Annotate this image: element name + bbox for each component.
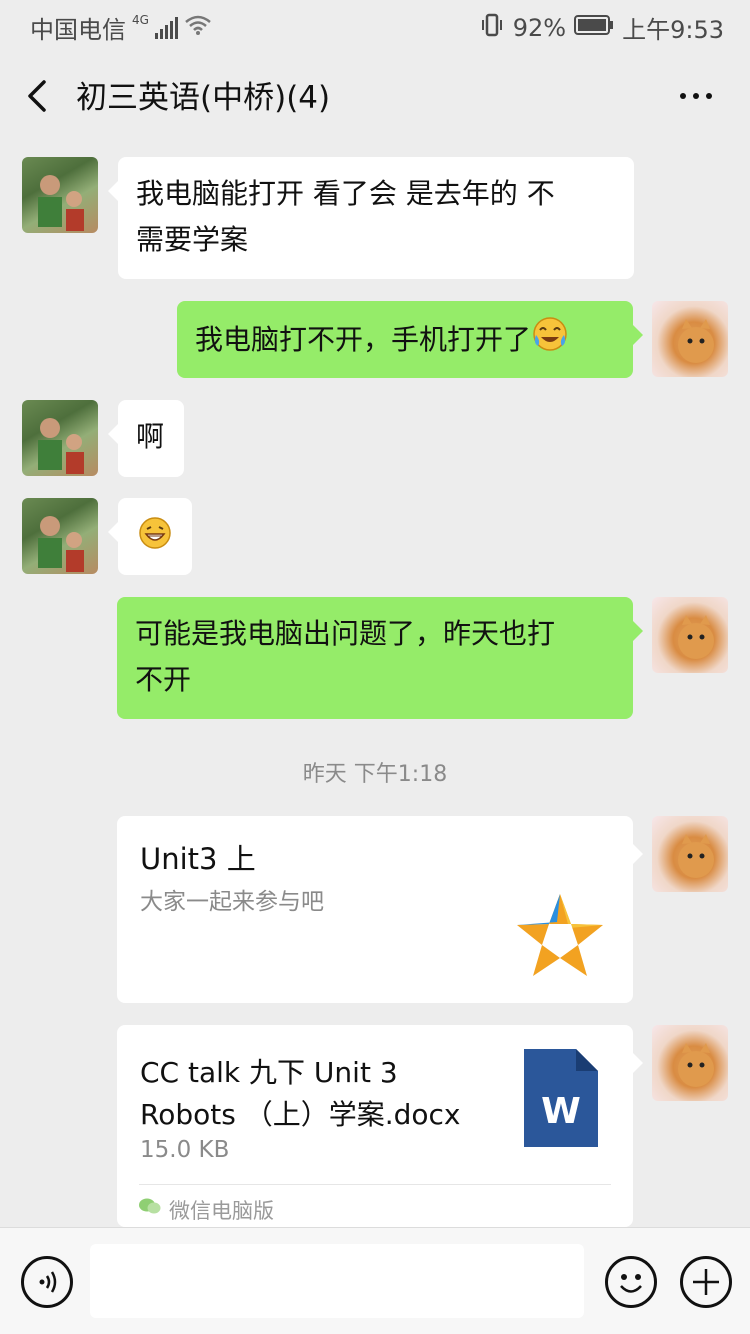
battery-icon bbox=[574, 14, 614, 42]
link-card[interactable]: Unit3 上 大家一起来参与吧 bbox=[117, 816, 643, 1003]
chevron-left-icon bbox=[28, 80, 46, 112]
input-bar bbox=[0, 1227, 750, 1334]
timestamp: 昨天 下午1:18 bbox=[302, 762, 448, 787]
network-type: 4G bbox=[132, 12, 149, 27]
wifi-icon bbox=[184, 14, 212, 42]
link-title: Unit3 上 bbox=[140, 842, 256, 876]
link-description: 大家一起来参与吧 bbox=[140, 889, 324, 915]
emoji-button[interactable] bbox=[605, 1256, 657, 1308]
battery-percent: 92% bbox=[512, 13, 567, 42]
message-text: 可能是我电脑出问题了，昨天也打 bbox=[135, 617, 556, 650]
avatar[interactable] bbox=[652, 301, 728, 377]
clock: 上午9:53 bbox=[622, 16, 724, 44]
back-button[interactable] bbox=[22, 76, 54, 116]
grin-icon bbox=[138, 516, 172, 564]
avatar[interactable] bbox=[22, 400, 98, 476]
chat-header: 初三英语(中桥)(4) bbox=[0, 52, 750, 140]
file-name: CC talk 九下 Unit 3 bbox=[140, 1056, 398, 1089]
plus-icon bbox=[693, 1269, 719, 1295]
voice-icon bbox=[39, 1271, 57, 1293]
more-actions-button[interactable] bbox=[680, 1256, 732, 1308]
message-bubble[interactable]: 我电脑打不开，手机打开了 bbox=[177, 301, 643, 378]
more-button[interactable] bbox=[680, 82, 716, 110]
carrier-label: 中国电信 bbox=[30, 16, 126, 44]
status-bar: 中国电信 4G 92% 上午9:53 bbox=[0, 0, 750, 52]
file-source: 微信电脑版 bbox=[169, 1199, 274, 1223]
voice-button[interactable] bbox=[21, 1256, 73, 1308]
avatar[interactable] bbox=[652, 1025, 728, 1101]
crying-laughing-icon bbox=[531, 315, 569, 367]
wechat-icon bbox=[139, 1197, 161, 1219]
file-type-letter: W bbox=[541, 1091, 581, 1132]
file-card[interactable]: CC talk 九下 Unit 3 Robots （上）学案.docx 15.0… bbox=[117, 1025, 643, 1227]
message-bubble[interactable]: 我电脑能打开 看了会 是去年的 不 需要学案 bbox=[108, 157, 634, 279]
vibrate-icon bbox=[479, 12, 505, 44]
message-text: 需要学案 bbox=[136, 223, 249, 256]
message-text: 我电脑能打开 看了会 是去年的 不 bbox=[136, 177, 555, 210]
word-file-icon: W bbox=[524, 1049, 598, 1147]
message-bubble[interactable]: 啊 bbox=[108, 400, 184, 477]
message-bubble[interactable] bbox=[108, 498, 192, 575]
more-icon bbox=[680, 93, 686, 99]
message-bubble[interactable]: 可能是我电脑出问题了，昨天也打 不开 bbox=[117, 597, 643, 719]
signal-icon bbox=[154, 16, 178, 39]
avatar[interactable] bbox=[652, 816, 728, 892]
card-divider bbox=[139, 1184, 611, 1185]
message-input[interactable] bbox=[90, 1244, 584, 1318]
file-size: 15.0 KB bbox=[140, 1137, 230, 1163]
message-text: 我电脑打不开，手机打开了 bbox=[195, 323, 532, 356]
file-name: Robots （上）学案.docx bbox=[140, 1098, 461, 1131]
avatar[interactable] bbox=[22, 498, 98, 574]
message-text: 不开 bbox=[135, 663, 192, 696]
star-icon bbox=[513, 888, 607, 986]
smiley-icon bbox=[620, 1274, 642, 1293]
avatar[interactable] bbox=[652, 597, 728, 673]
avatar[interactable] bbox=[22, 157, 98, 233]
chat-title: 初三英语(中桥)(4) bbox=[76, 80, 331, 116]
message-text: 啊 bbox=[136, 420, 165, 453]
